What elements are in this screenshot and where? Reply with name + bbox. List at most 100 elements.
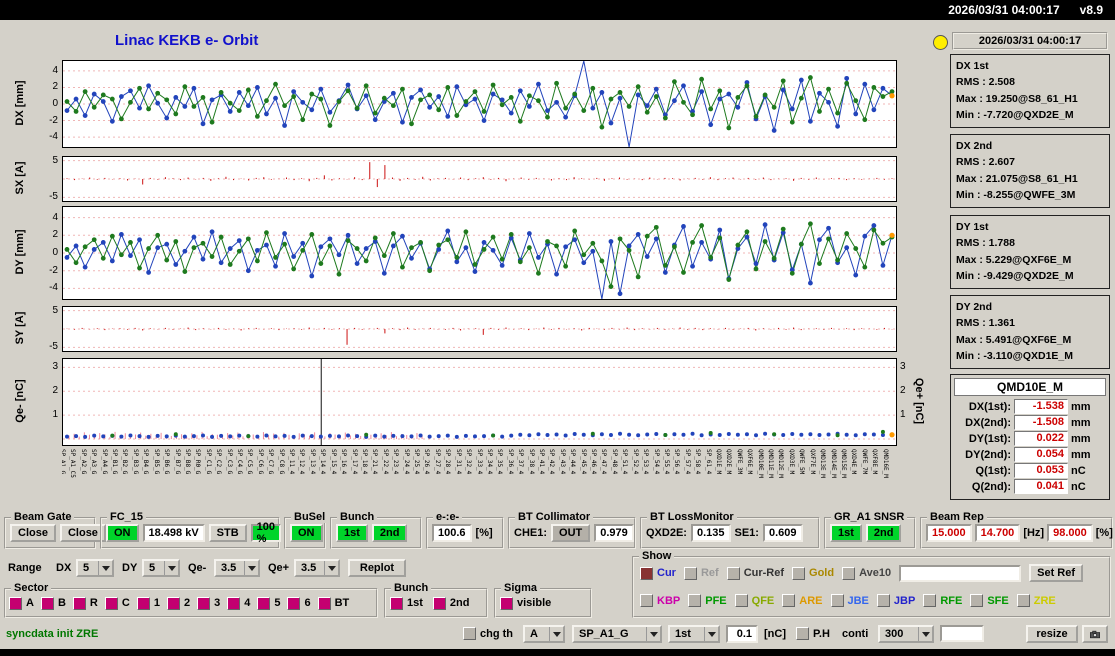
sector-1-checkbox[interactable] (136, 596, 150, 610)
bunch-2nd-button[interactable]: 2nd (371, 524, 408, 542)
show-are-checkbox[interactable] (782, 594, 796, 607)
screenshot-button[interactable] (1082, 625, 1108, 643)
sigma-visible-toggle[interactable]: visible (500, 596, 551, 610)
sigma-visible-checkbox[interactable] (500, 596, 513, 610)
sector-6-checkbox[interactable] (287, 596, 301, 610)
sector-4-checkbox[interactable] (227, 596, 241, 610)
bunch-1st-button[interactable]: 1st (336, 524, 368, 542)
show-ref-checkbox[interactable] (683, 566, 697, 580)
stats-title: DY 1st (956, 221, 989, 233)
sector-c-checkbox[interactable] (104, 596, 118, 610)
show-zre[interactable]: ZRE (1016, 594, 1056, 607)
show-zre-checkbox[interactable] (1016, 594, 1030, 607)
bunch-2nd[interactable]: 2nd (432, 596, 469, 610)
range-qem-select[interactable]: 3.5 (214, 559, 260, 577)
set-ref-button[interactable]: Set Ref (1029, 564, 1084, 582)
show-rfe[interactable]: RFE (923, 594, 962, 607)
busel-on-button[interactable]: ON (290, 524, 323, 542)
sector-1[interactable]: 1 (136, 596, 160, 610)
sector-2-checkbox[interactable] (166, 596, 180, 610)
sector-2[interactable]: 2 (166, 596, 190, 610)
bunch-1st[interactable]: 1st (390, 596, 423, 610)
gr-snsr-2nd-button[interactable]: 2nd (865, 524, 902, 542)
sy-y-tick-label: -5 (49, 341, 58, 353)
gr-snsr-1st-button[interactable]: 1st (830, 524, 862, 542)
range-dx-select[interactable]: 5 (76, 559, 114, 577)
interval-select[interactable]: 300 (878, 625, 934, 643)
show-jbp[interactable]: JBP (876, 594, 915, 607)
show-rfe-checkbox[interactable] (923, 594, 937, 607)
show-kbp-checkbox[interactable] (640, 594, 653, 607)
resize-button[interactable]: resize (1026, 625, 1078, 643)
show-kbp[interactable]: KBP (640, 594, 680, 607)
show-ave10-checkbox[interactable] (842, 566, 856, 580)
sector-3[interactable]: 3 (197, 596, 220, 610)
chevron-down-icon[interactable] (324, 561, 338, 575)
sector-c[interactable]: C (104, 596, 130, 610)
chevron-down-icon[interactable] (646, 627, 660, 641)
show-jbe-checkbox[interactable] (830, 594, 844, 607)
sector-6[interactable]: 6 (287, 596, 311, 610)
show-ref[interactable]: Ref (683, 566, 719, 580)
show-pfe[interactable]: PFE (688, 594, 727, 607)
chg-th-toggle[interactable]: chg th (463, 627, 513, 640)
ph-toggle[interactable]: P.H (796, 627, 830, 640)
sector-r-checkbox[interactable] (72, 596, 86, 610)
sector-b[interactable]: B (40, 596, 66, 610)
show-qfe[interactable]: QFE (734, 594, 774, 607)
show-cur-ref-checkbox[interactable] (726, 566, 740, 580)
x-axis-label: SP_R0_G (194, 449, 202, 475)
bt-collimator-label: BT Collimator (515, 511, 594, 523)
bunch-2nd-checkbox[interactable] (432, 596, 446, 610)
sector-3-checkbox[interactable] (197, 596, 211, 610)
chevron-down-icon[interactable] (164, 561, 178, 575)
show-gold-label: Gold (809, 567, 835, 579)
range-dy-select[interactable]: 5 (142, 559, 180, 577)
show-sfe-checkbox[interactable] (970, 594, 984, 607)
sector-bt-checkbox[interactable] (317, 596, 331, 610)
sector-4[interactable]: 4 (227, 596, 250, 610)
chevron-down-icon[interactable] (244, 561, 258, 575)
sector-5-checkbox[interactable] (257, 596, 271, 610)
chg-th-checkbox[interactable] (463, 627, 476, 640)
chevron-down-icon[interactable] (549, 627, 563, 641)
show-jbe[interactable]: JBE (830, 594, 869, 607)
che1-out-button[interactable]: OUT (551, 524, 591, 542)
show-cur[interactable]: Cur (640, 566, 676, 580)
x-axis-label: SP_C1_G (204, 449, 212, 475)
fc15-on-button[interactable]: ON (106, 524, 139, 542)
replot-button[interactable]: Replot (348, 559, 406, 577)
ref-name-input[interactable] (899, 564, 1022, 582)
sector-5[interactable]: 5 (257, 596, 280, 610)
bunch-1st-checkbox[interactable] (390, 596, 403, 610)
show-pfe-checkbox[interactable] (688, 594, 702, 607)
show-gold[interactable]: Gold (792, 566, 835, 580)
x-axis-label: SP_48_4 (610, 449, 618, 475)
show-are[interactable]: ARE (782, 594, 823, 607)
chevron-down-icon[interactable] (98, 561, 112, 575)
ph-checkbox[interactable] (796, 627, 809, 640)
sector-bt[interactable]: BT (317, 596, 349, 610)
sector-b-checkbox[interactable] (40, 596, 54, 610)
bottom-input[interactable] (940, 625, 984, 642)
beam-gate-close-1-button[interactable]: Close (10, 524, 56, 542)
sector-a-checkbox[interactable] (9, 596, 22, 610)
fc15-stb-button[interactable]: STB (208, 524, 247, 542)
sx-y-tick-label: -5 (49, 191, 58, 203)
show-gold-checkbox[interactable] (792, 566, 806, 580)
show-sfe[interactable]: SFE (970, 594, 1009, 607)
show-jbp-checkbox[interactable] (876, 594, 890, 607)
sector-r[interactable]: R (72, 596, 98, 610)
show-cur-checkbox[interactable] (640, 566, 653, 580)
bunch-select[interactable]: 1st (668, 625, 720, 643)
chevron-down-icon[interactable] (918, 627, 932, 641)
sector-select[interactable]: A (523, 625, 565, 643)
show-qfe-checkbox[interactable] (734, 594, 748, 607)
sector-a[interactable]: A (9, 596, 34, 610)
range-qep-select[interactable]: 3.5 (294, 559, 340, 577)
chevron-down-icon[interactable] (704, 627, 718, 641)
show-cur-ref[interactable]: Cur-Ref (726, 566, 784, 580)
ee-ratio-group: e-:e- 100.6 [%] (426, 511, 504, 549)
show-ave10[interactable]: Ave10 (842, 566, 891, 580)
monitor-select[interactable]: SP_A1_G (572, 625, 662, 643)
